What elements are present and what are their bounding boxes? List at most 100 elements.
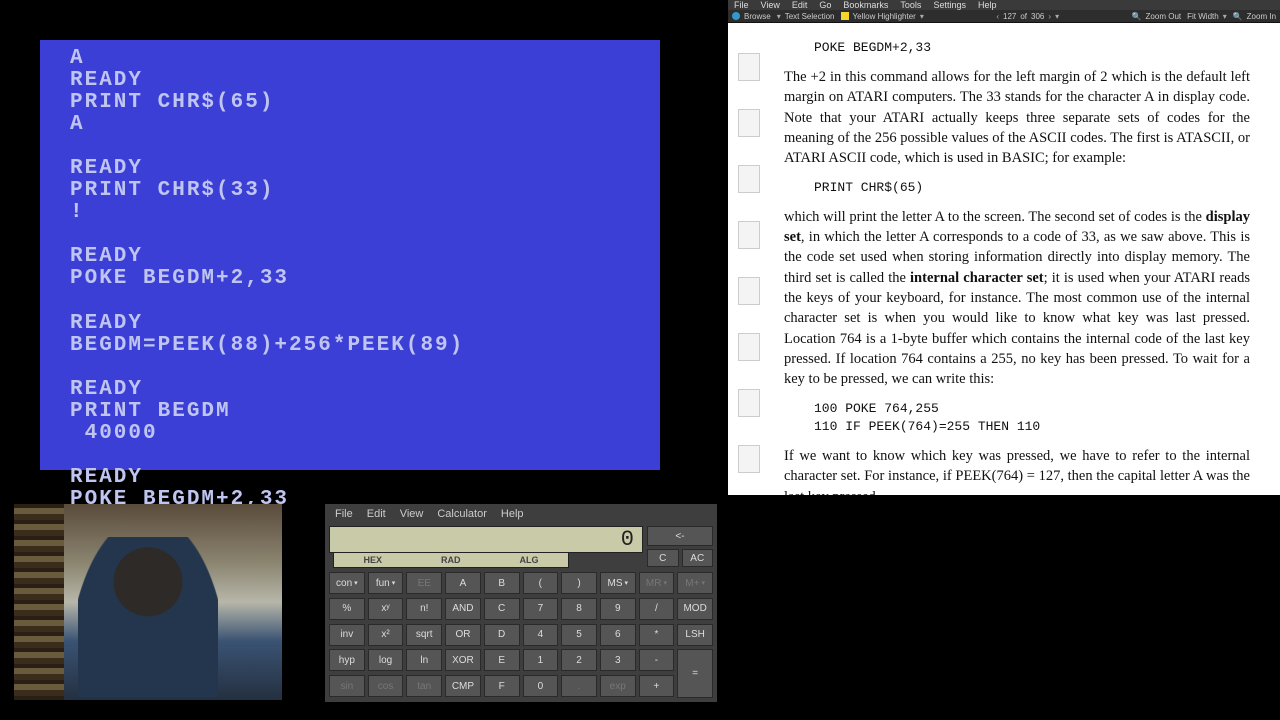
pdf-menu-edit[interactable]: Edit xyxy=(792,0,808,10)
calc-key-inv[interactable]: inv xyxy=(329,624,365,646)
pdf-menu-tools[interactable]: Tools xyxy=(900,0,921,10)
pdf-thumbnail[interactable] xyxy=(738,333,760,361)
calc-menu-view[interactable]: View xyxy=(400,508,424,520)
calc-key-3[interactable]: 3 xyxy=(600,649,636,671)
pdf-thumbnail[interactable] xyxy=(738,165,760,193)
chevron-down-icon[interactable]: ▾ xyxy=(1055,12,1059,21)
calc-key-[interactable]: . xyxy=(561,675,597,697)
zoom-in-icon[interactable]: 🔍 xyxy=(1233,12,1243,21)
chevron-down-icon[interactable]: ▾ xyxy=(1223,12,1227,21)
pdf-thumbnail[interactable] xyxy=(738,221,760,249)
calc-key-[interactable]: - xyxy=(639,649,675,671)
pdf-menu-settings[interactable]: Settings xyxy=(933,0,966,10)
emulator-screen[interactable]: A READY PRINT CHR$(65) A READY PRINT CHR… xyxy=(40,40,660,470)
calc-key-c[interactable]: C xyxy=(484,598,520,620)
calc-key-f[interactable]: F xyxy=(484,675,520,697)
calc-key-8[interactable]: 8 xyxy=(561,598,597,620)
toolbar-text-selection[interactable]: Text Selection xyxy=(785,12,835,21)
calc-key-or[interactable]: OR xyxy=(445,624,481,646)
calc-key-lsh[interactable]: LSH xyxy=(677,624,713,646)
calc-key-hyp[interactable]: hyp xyxy=(329,649,365,671)
calc-key-1[interactable]: 1 xyxy=(523,649,559,671)
calc-menu-file[interactable]: File xyxy=(335,508,353,520)
pdf-menu-file[interactable]: File xyxy=(734,0,749,10)
calc-key-cmp[interactable]: CMP xyxy=(445,675,481,697)
pdf-thumbnail[interactable] xyxy=(738,389,760,417)
pdf-menu-help[interactable]: Help xyxy=(978,0,997,10)
text-selection-icon[interactable]: ▾ xyxy=(777,12,781,21)
calc-key-[interactable]: ) xyxy=(561,572,597,594)
pdf-page[interactable]: POKE BEGDM+2,33 The +2 in this command a… xyxy=(728,23,1280,495)
calc-key-e[interactable]: E xyxy=(484,649,520,671)
calc-key-[interactable]: ( xyxy=(523,572,559,594)
calc-key-9[interactable]: 9 xyxy=(600,598,636,620)
backspace-button[interactable]: <- xyxy=(647,526,713,546)
page-next-icon[interactable]: › xyxy=(1048,12,1051,21)
calc-key-[interactable]: % xyxy=(329,598,365,620)
calc-key-ee[interactable]: EE xyxy=(406,572,442,594)
calc-menu-calculator[interactable]: Calculator xyxy=(437,508,487,520)
page-current[interactable]: 127 xyxy=(1003,12,1016,21)
toolbar-browse[interactable]: Browse xyxy=(744,12,771,21)
calc-key-4[interactable]: 4 xyxy=(523,624,559,646)
calc-key-[interactable]: + xyxy=(639,675,675,697)
calc-key-n[interactable]: n! xyxy=(406,598,442,620)
pdf-menu-go[interactable]: Go xyxy=(819,0,831,10)
calc-menu-help[interactable]: Help xyxy=(501,508,524,520)
calc-key-ms[interactable]: MS▾ xyxy=(600,572,636,594)
calc-key-[interactable]: * xyxy=(639,624,675,646)
highlighter-icon[interactable] xyxy=(841,12,849,20)
calc-key-cos[interactable]: cos xyxy=(368,675,404,697)
chevron-down-icon[interactable]: ▾ xyxy=(920,12,924,21)
calc-key-2[interactable]: 2 xyxy=(561,649,597,671)
mode-hex[interactable]: HEX xyxy=(363,555,382,565)
calc-key-tan[interactable]: tan xyxy=(406,675,442,697)
calc-key-b[interactable]: B xyxy=(484,572,520,594)
calc-key-[interactable]: = xyxy=(677,649,713,698)
toolbar-zoom-out[interactable]: Zoom Out xyxy=(1146,12,1182,21)
page-sep: of xyxy=(1020,12,1027,21)
calc-key-exp[interactable]: exp xyxy=(600,675,636,697)
calc-key-d[interactable]: D xyxy=(484,624,520,646)
calc-key-5[interactable]: 5 xyxy=(561,624,597,646)
mode-alg[interactable]: ALG xyxy=(519,555,538,565)
mode-rad[interactable]: RAD xyxy=(441,555,461,565)
calc-key-ln[interactable]: ln xyxy=(406,649,442,671)
calc-key-sqrt[interactable]: sqrt xyxy=(406,624,442,646)
pdf-toolbar: Browse ▾ Text Selection Yellow Highlight… xyxy=(728,10,1280,23)
calc-key-mod[interactable]: MOD xyxy=(677,598,713,620)
calc-key-a[interactable]: A xyxy=(445,572,481,594)
calc-key-sin[interactable]: sin xyxy=(329,675,365,697)
calc-key-0[interactable]: 0 xyxy=(523,675,559,697)
zoom-out-icon[interactable]: 🔍 xyxy=(1132,12,1142,21)
pdf-thumbnail[interactable] xyxy=(738,277,760,305)
calc-key-mr[interactable]: MR▾ xyxy=(639,572,675,594)
calc-key-and[interactable]: AND xyxy=(445,598,481,620)
calc-key-xor[interactable]: XOR xyxy=(445,649,481,671)
clear-button[interactable]: C xyxy=(647,549,679,567)
calc-key-6[interactable]: 6 xyxy=(600,624,636,646)
toolbar-fit-width[interactable]: Fit Width xyxy=(1187,12,1219,21)
pdf-paragraph: which will print the letter A to the scr… xyxy=(784,207,1250,390)
pdf-menu-bookmarks[interactable]: Bookmarks xyxy=(843,0,888,10)
calc-key-m[interactable]: M+▾ xyxy=(677,572,713,594)
calc-menu-edit[interactable]: Edit xyxy=(367,508,386,520)
pdf-menu-view[interactable]: View xyxy=(761,0,780,10)
browse-icon[interactable] xyxy=(732,12,740,20)
calc-key-x[interactable]: x² xyxy=(368,624,404,646)
calc-key-7[interactable]: 7 xyxy=(523,598,559,620)
pdf-thumbnail[interactable] xyxy=(738,109,760,137)
calc-key-log[interactable]: log xyxy=(368,649,404,671)
pdf-thumbnail[interactable] xyxy=(738,53,760,81)
calc-key-con[interactable]: con▾ xyxy=(329,572,365,594)
page-prev-icon[interactable]: ‹ xyxy=(996,12,999,21)
calc-key-fun[interactable]: fun▾ xyxy=(368,572,404,594)
toolbar-zoom-in[interactable]: Zoom In xyxy=(1247,12,1276,21)
pdf-viewer-window: File View Edit Go Bookmarks Tools Settings Help… xyxy=(728,0,1280,495)
all-clear-button[interactable]: AC xyxy=(682,549,714,567)
calc-key-x[interactable]: xʸ xyxy=(368,598,404,620)
calc-key-[interactable]: / xyxy=(639,598,675,620)
toolbar-highlighter[interactable]: Yellow Highlighter xyxy=(853,12,916,21)
pdf-code-block: PRINT CHR$(65) xyxy=(814,179,1250,197)
pdf-thumbnail[interactable] xyxy=(738,445,760,473)
